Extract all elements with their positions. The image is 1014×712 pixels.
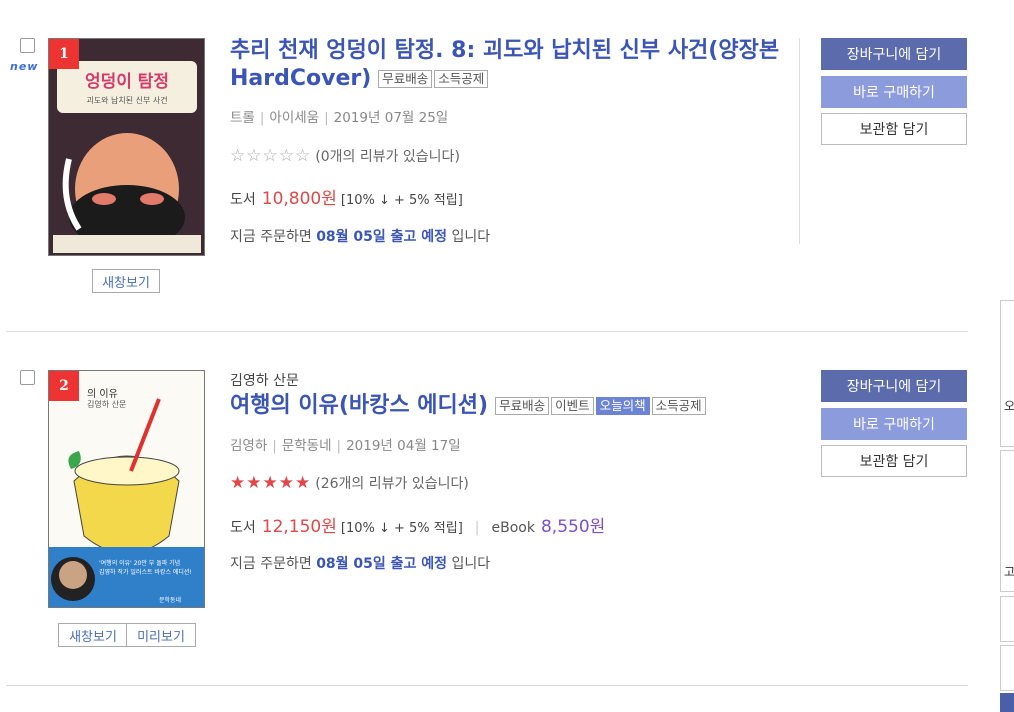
star-icon: ☆ bbox=[278, 146, 294, 166]
add-to-cart-button[interactable]: 장바구니에 담기 bbox=[821, 38, 967, 70]
item-separator bbox=[6, 685, 968, 686]
buy-now-button[interactable]: 바로 구매하기 bbox=[821, 408, 967, 440]
book-item-2: 의 이유 김영하 산문 '여행의 이유' 20만 부 돌파 기념 김영하 작가 … bbox=[0, 360, 968, 690]
price-value: 10,800원 bbox=[261, 189, 337, 209]
star-icon: ☆ bbox=[246, 146, 262, 166]
star-icon: ★ bbox=[246, 473, 262, 493]
item-separator bbox=[6, 331, 968, 332]
price-label: 도서 bbox=[230, 520, 256, 536]
side-quick-panel[interactable]: 오 bbox=[1000, 300, 1014, 447]
book-title-text[interactable]: 여행의 이유(바캉스 에디션) bbox=[230, 393, 488, 418]
star-icon: ☆ bbox=[295, 146, 311, 166]
cover-publisher: 문학동네 bbox=[159, 597, 182, 604]
rating: ★ ★ ★ ★ ★ (26개의 리뷰가 있습니다) bbox=[230, 473, 469, 493]
add-to-cart-button[interactable]: 장바구니에 담기 bbox=[821, 370, 967, 402]
price-row: 도서 10,800원 [10% ↓ + 5% 적립] bbox=[230, 184, 463, 209]
book-meta: 김영하 | 문학동네 | 2019년 04월 17일 bbox=[230, 438, 461, 454]
cover-subtitle: 김영하 산문 bbox=[87, 400, 127, 409]
tag-event: 이벤트 bbox=[551, 397, 594, 415]
rank-badge: 1 bbox=[49, 39, 79, 69]
tag-tax-deduction: 소득공제 bbox=[434, 70, 489, 88]
ship-prefix: 지금 주문하면 bbox=[230, 556, 312, 572]
ship-suffix: 입니다 bbox=[451, 229, 491, 245]
publisher-link[interactable]: 아이세움 bbox=[269, 110, 319, 126]
select-checkbox[interactable] bbox=[20, 38, 35, 53]
discount-info: [10% ↓ + 5% 적립] bbox=[340, 193, 463, 208]
review-count[interactable]: (26개의 리뷰가 있습니다) bbox=[315, 473, 469, 493]
star-icon: ☆ bbox=[262, 146, 278, 166]
book-title[interactable]: 추리 천재 엉덩이 탐정. 8: 괴도와 납치된 신부 사건(양장본 HardC… bbox=[230, 37, 790, 93]
buy-now-button[interactable]: 바로 구매하기 bbox=[821, 76, 967, 108]
side-panel-glyph: 고 bbox=[1004, 565, 1014, 579]
side-panel-accent bbox=[1000, 693, 1014, 712]
price-value: 12,150원 bbox=[261, 517, 337, 537]
select-checkbox[interactable] bbox=[20, 370, 35, 385]
tag-free-shipping: 무료배송 bbox=[495, 397, 550, 415]
book-cover[interactable]: 엉덩이 탐정 괴도와 납치된 신부 사건 1 bbox=[48, 38, 205, 256]
new-window-button[interactable]: 새창보기 bbox=[58, 623, 128, 647]
shipping-info: 지금 주문하면 08월 05일 출고 예정 입니다 bbox=[230, 553, 490, 573]
publish-date: 2019년 04월 17일 bbox=[346, 438, 461, 454]
ship-suffix: 입니다 bbox=[451, 556, 491, 572]
publisher-link[interactable]: 문학동네 bbox=[282, 438, 332, 454]
star-icon: ★ bbox=[295, 473, 311, 493]
side-quick-panel-2[interactable]: 고 bbox=[1000, 450, 1014, 592]
shipping-info: 지금 주문하면 08월 05일 출고 예정 입니다 bbox=[230, 226, 490, 246]
ship-date: 08월 05일 출고 예정 bbox=[316, 556, 448, 572]
rating: ☆ ☆ ☆ ☆ ☆ (0개의 리뷰가 있습니다) bbox=[230, 146, 460, 166]
cover-blurb: '여행의 이유' 20만 부 돌파 기념 김영하 작가 일러스트 바캉스 에디션… bbox=[99, 560, 192, 576]
tag-tax-deduction: 소득공제 bbox=[651, 397, 706, 415]
ebook-label: eBook bbox=[491, 520, 535, 536]
price-label: 도서 bbox=[230, 192, 256, 208]
side-quick-panel-4[interactable] bbox=[1000, 645, 1014, 691]
new-badge: new bbox=[10, 60, 39, 73]
cover-title: 의 이유 bbox=[87, 389, 118, 400]
review-count[interactable]: (0개의 리뷰가 있습니다) bbox=[315, 146, 460, 166]
publish-date: 2019년 07월 25일 bbox=[333, 110, 449, 126]
star-icon: ★ bbox=[278, 473, 294, 493]
cover-title: 엉덩이 탐정 bbox=[84, 72, 170, 92]
add-to-wishlist-button[interactable]: 보관함 담기 bbox=[821, 113, 967, 145]
price-separator: | bbox=[474, 520, 480, 536]
author-link[interactable]: 김영하 bbox=[230, 438, 267, 454]
byline: 김영하 산문 bbox=[230, 373, 299, 389]
ebook-price[interactable]: 8,550원 bbox=[541, 512, 605, 537]
cover-subtitle: 괴도와 납치된 신부 사건 bbox=[86, 96, 168, 105]
discount-info: [10% ↓ + 5% 적립] bbox=[340, 521, 463, 536]
star-icon: ☆ bbox=[230, 146, 246, 166]
add-to-wishlist-button[interactable]: 보관함 담기 bbox=[821, 445, 967, 477]
ship-prefix: 지금 주문하면 bbox=[230, 229, 312, 245]
price-row: 도서 12,150원 [10% ↓ + 5% 적립] | eBook 8,550… bbox=[230, 512, 605, 537]
book-item-1: new 엉덩이 탐정 괴도와 납치된 신부 사건 1 새창보기 추리 천재 엉덩… bbox=[0, 0, 968, 330]
rank-badge: 2 bbox=[49, 371, 79, 401]
divider bbox=[799, 38, 800, 244]
book-cover[interactable]: 의 이유 김영하 산문 '여행의 이유' 20만 부 돌파 기념 김영하 작가 … bbox=[48, 370, 205, 608]
tag-todays-book: 오늘의책 bbox=[595, 397, 650, 415]
star-icon: ★ bbox=[262, 473, 278, 493]
new-window-button[interactable]: 새창보기 bbox=[92, 269, 160, 293]
tag-free-shipping: 무료배송 bbox=[378, 70, 433, 88]
side-quick-panel-3[interactable] bbox=[1000, 596, 1014, 642]
book-title[interactable]: 여행의 이유(바캉스 에디션) 무료배송 이벤트 오늘의책 소득공제 bbox=[230, 392, 790, 420]
book-meta: 트롤 | 아이세움 | 2019년 07월 25일 bbox=[230, 110, 449, 126]
preview-button[interactable]: 미리보기 bbox=[126, 623, 196, 647]
star-icon: ★ bbox=[230, 473, 246, 493]
author-link[interactable]: 트롤 bbox=[230, 110, 255, 126]
book-title-text[interactable]: 추리 천재 엉덩이 탐정. 8: 괴도와 납치된 신부 사건(양장본 HardC… bbox=[230, 38, 779, 91]
side-panel-glyph: 오 bbox=[1004, 399, 1014, 413]
ship-date: 08월 05일 출고 예정 bbox=[316, 229, 448, 245]
